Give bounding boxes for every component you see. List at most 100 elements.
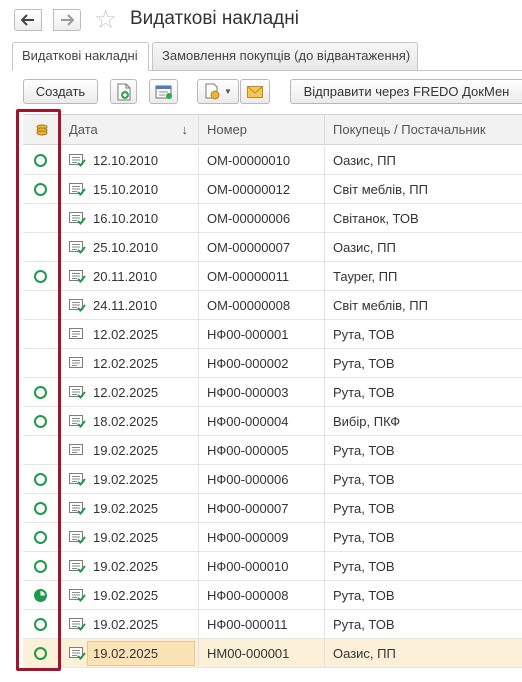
date-cell: 12.02.2025 bbox=[61, 320, 199, 349]
document-icon bbox=[69, 357, 83, 368]
date-cell: 19.02.2025 bbox=[61, 465, 199, 494]
number-cell: НФ00-000005 bbox=[199, 436, 325, 465]
complete-status-icon bbox=[34, 531, 47, 544]
date-cell: 20.11.2010 bbox=[61, 262, 199, 291]
tab-bar: Видаткові накладні Замовлення покупців (… bbox=[12, 42, 517, 71]
complete-status-icon bbox=[34, 183, 47, 196]
date-cell: 18.02.2025 bbox=[61, 407, 199, 436]
table-row[interactable]: 19.02.2025 НФ00-000007 Рута, ТОВ bbox=[23, 494, 522, 523]
forward-button[interactable] bbox=[53, 9, 81, 31]
complete-status-icon bbox=[34, 618, 47, 631]
table-row[interactable]: 24.11.2010 ОМ-00000008 Світ меблів, ПП bbox=[23, 291, 522, 320]
status-cell bbox=[23, 378, 61, 407]
status-cell bbox=[23, 146, 61, 175]
document-icon bbox=[69, 444, 83, 455]
table-row[interactable]: 25.10.2010 ОМ-00000007 Оазис, ПП bbox=[23, 233, 522, 262]
posted-document-icon bbox=[69, 241, 86, 254]
number-cell: НФ00-000003 bbox=[199, 378, 325, 407]
complete-status-icon bbox=[34, 560, 47, 573]
date-cell: 19.02.2025 bbox=[61, 552, 199, 581]
table-row[interactable]: 12.02.2025 НФ00-000001 Рута, ТОВ bbox=[23, 320, 522, 349]
calendar-document-icon bbox=[155, 85, 172, 99]
date-cell: 19.02.2025 bbox=[61, 523, 199, 552]
table-row[interactable]: 12.02.2025 НФ00-000003 Рута, ТОВ bbox=[23, 378, 522, 407]
favorite-star-icon[interactable]: ☆ bbox=[94, 5, 117, 33]
envelope-icon bbox=[247, 85, 263, 98]
table-row[interactable]: 20.11.2010 ОМ-00000011 Таурег, ПП bbox=[23, 262, 522, 291]
create-button[interactable]: Создать bbox=[23, 79, 98, 104]
status-cell bbox=[23, 552, 61, 581]
tab-sales-invoices[interactable]: Видаткові накладні bbox=[12, 42, 149, 71]
status-cell bbox=[23, 465, 61, 494]
number-cell: НФ00-000008 bbox=[199, 581, 325, 610]
table-row[interactable]: 12.02.2025 НФ00-000002 Рута, ТОВ bbox=[23, 349, 522, 378]
table-row[interactable]: 15.10.2010 ОМ-00000012 Світ меблів, ПП bbox=[23, 175, 522, 204]
date-column-header[interactable]: Дата ↓ bbox=[61, 115, 199, 145]
table-row[interactable]: 19.02.2025 НФ00-000009 Рута, ТОВ bbox=[23, 523, 522, 552]
customer-cell: Рута, ТОВ bbox=[333, 472, 395, 487]
dropdown-arrow-icon: ▼ bbox=[224, 87, 232, 96]
table-row[interactable]: 19.02.2025 НФ00-000011 Рута, ТОВ bbox=[23, 610, 522, 639]
table-row[interactable]: 18.02.2025 НФ00-000004 Вибір, ПКФ bbox=[23, 407, 522, 436]
document-list-button[interactable] bbox=[149, 79, 178, 104]
posted-document-icon bbox=[69, 415, 86, 428]
status-cell bbox=[23, 436, 61, 465]
customer-column-header[interactable]: Покупець / Постачальник bbox=[325, 115, 522, 145]
complete-status-icon bbox=[34, 270, 47, 283]
date-cell: 19.02.2025 bbox=[61, 436, 199, 465]
complete-status-icon bbox=[34, 647, 47, 660]
date-cell: 19.02.2025 bbox=[61, 494, 199, 523]
date-cell: 16.10.2010 bbox=[61, 204, 199, 233]
posted-document-icon bbox=[69, 531, 86, 544]
posted-document-icon bbox=[69, 270, 86, 283]
status-cell bbox=[23, 175, 61, 204]
date-cell: 12.10.2010 bbox=[61, 146, 199, 175]
table-row[interactable]: 19.02.2025 НФ00-000010 Рута, ТОВ bbox=[23, 552, 522, 581]
date-cell: 12.02.2025 bbox=[61, 349, 199, 378]
posted-document-icon bbox=[69, 647, 86, 660]
date-cell: 19.02.2025 bbox=[61, 610, 199, 639]
number-cell: НФ00-000001 bbox=[199, 320, 325, 349]
number-cell: ОМ-00000011 bbox=[199, 262, 325, 291]
number-cell: ОМ-00000010 bbox=[199, 146, 325, 175]
status-column-header[interactable] bbox=[23, 115, 61, 145]
tab-customer-orders[interactable]: Замовлення покупців (до відвантаження) bbox=[152, 42, 418, 70]
date-cell: 19.02.2025 bbox=[61, 581, 199, 610]
table-row[interactable]: 16.10.2010 ОМ-00000006 Світанок, ТОВ bbox=[23, 204, 522, 233]
table-row[interactable]: 19.02.2025 НФ00-000005 Рута, ТОВ bbox=[23, 436, 522, 465]
customer-cell: Рута, ТОВ bbox=[333, 617, 395, 632]
coins-icon bbox=[36, 124, 48, 136]
number-cell: НФ00-000009 bbox=[199, 523, 325, 552]
table-row[interactable]: 19.02.2025 НФ00-000008 Рута, ТОВ bbox=[23, 581, 522, 610]
copy-document-button[interactable] bbox=[110, 79, 137, 104]
customer-cell: Оазис, ПП bbox=[333, 646, 396, 661]
date-cell: 19.02.2025 bbox=[61, 639, 199, 668]
title-bar: ☆ Видаткові накладні bbox=[0, 0, 522, 40]
number-cell: НФ00-000006 bbox=[199, 465, 325, 494]
customer-cell: Вибір, ПКФ bbox=[333, 414, 401, 429]
table-row[interactable]: 19.02.2025 НФ00-000006 Рута, ТОВ bbox=[23, 465, 522, 494]
email-button[interactable] bbox=[240, 79, 270, 104]
status-cell bbox=[23, 204, 61, 233]
posted-document-icon bbox=[69, 560, 86, 573]
customer-cell: Рута, ТОВ bbox=[333, 501, 395, 516]
create-based-on-dropdown[interactable]: ▼ bbox=[197, 79, 239, 104]
status-cell bbox=[23, 494, 61, 523]
number-cell: НФ00-000007 bbox=[199, 494, 325, 523]
posted-document-icon bbox=[69, 299, 86, 312]
posted-document-icon bbox=[69, 154, 86, 167]
number-cell: ОМ-00000006 bbox=[199, 204, 325, 233]
status-cell bbox=[23, 262, 61, 291]
table-row[interactable]: 12.10.2010 ОМ-00000010 Оазис, ПП bbox=[23, 146, 522, 175]
status-cell bbox=[23, 610, 61, 639]
back-button[interactable] bbox=[14, 9, 42, 31]
date-cell: 15.10.2010 bbox=[61, 175, 199, 204]
status-cell bbox=[23, 233, 61, 262]
posted-document-icon bbox=[69, 473, 86, 486]
customer-cell: Рута, ТОВ bbox=[333, 443, 395, 458]
send-fredo-button[interactable]: Відправити через FREDO ДокМен bbox=[290, 79, 522, 104]
table-row[interactable]: 19.02.2025 НМ00-000001 Оазис, ПП bbox=[23, 639, 522, 668]
complete-status-icon bbox=[34, 502, 47, 515]
number-column-header[interactable]: Номер bbox=[199, 115, 325, 145]
date-cell: 12.02.2025 bbox=[61, 378, 199, 407]
